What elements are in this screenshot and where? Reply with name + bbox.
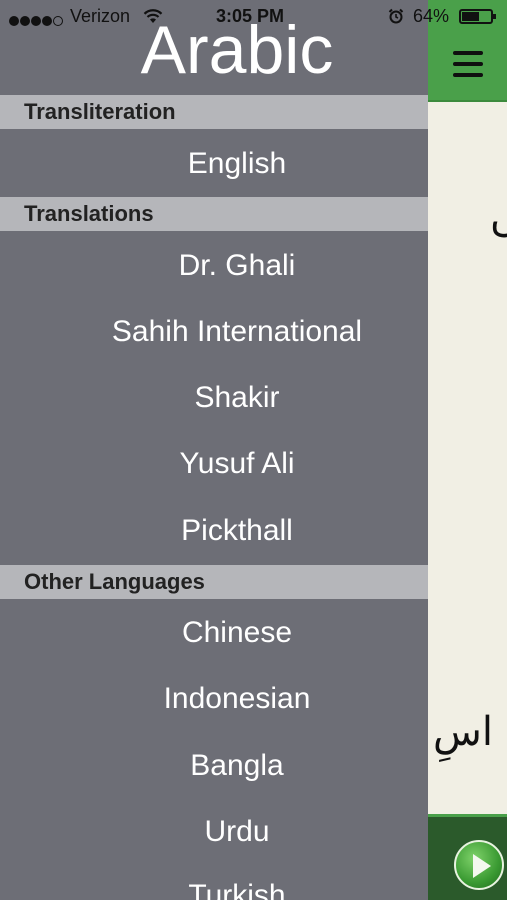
signal-strength-icon bbox=[9, 10, 64, 26]
menu-item-bangla[interactable]: Bangla bbox=[0, 733, 428, 799]
menu-item-pickthall[interactable]: Pickthall bbox=[0, 498, 428, 564]
main-content: ں اسِ bbox=[428, 0, 507, 900]
menu-item-yusuf-ali[interactable]: Yusuf Ali bbox=[0, 431, 428, 497]
carrier-name: Verizon bbox=[70, 6, 131, 26]
menu-item-chinese[interactable]: Chinese bbox=[0, 600, 428, 666]
clock: 3:05 PM bbox=[216, 6, 285, 26]
menu-item-dr-ghali[interactable]: Dr. Ghali bbox=[0, 233, 428, 299]
menu-item-urdu[interactable]: Urdu bbox=[0, 799, 428, 865]
section-header-other-languages: Other Languages bbox=[0, 565, 428, 599]
play-icon bbox=[473, 854, 491, 878]
side-menu: Transliteration English Translations Dr.… bbox=[0, 0, 428, 900]
play-button[interactable] bbox=[454, 840, 504, 890]
status-bar: Verizon 3:05 PM 64% bbox=[0, 0, 507, 32]
battery-icon bbox=[459, 9, 496, 24]
menu-item-turkish[interactable]: Turkish bbox=[0, 863, 428, 900]
menu-item-sahih-international[interactable]: Sahih International bbox=[0, 299, 428, 365]
arabic-text-fragment-1: ں bbox=[490, 195, 507, 241]
menu-item-shakir[interactable]: Shakir bbox=[0, 365, 428, 431]
section-header-translations: Translations bbox=[0, 197, 428, 231]
app-screen: ں اسِ Transliteration English Translatio… bbox=[0, 0, 507, 900]
battery-percentage: 64% bbox=[413, 6, 450, 26]
wifi-icon bbox=[143, 9, 163, 23]
menu-item-english[interactable]: English bbox=[0, 131, 428, 197]
menu-item-indonesian[interactable]: Indonesian bbox=[0, 666, 428, 732]
alarm-clock-icon bbox=[388, 8, 404, 24]
section-header-transliteration: Transliteration bbox=[0, 95, 428, 129]
arabic-text-fragment-2: اسِ bbox=[433, 709, 493, 755]
main-bottom-bar bbox=[428, 814, 507, 900]
